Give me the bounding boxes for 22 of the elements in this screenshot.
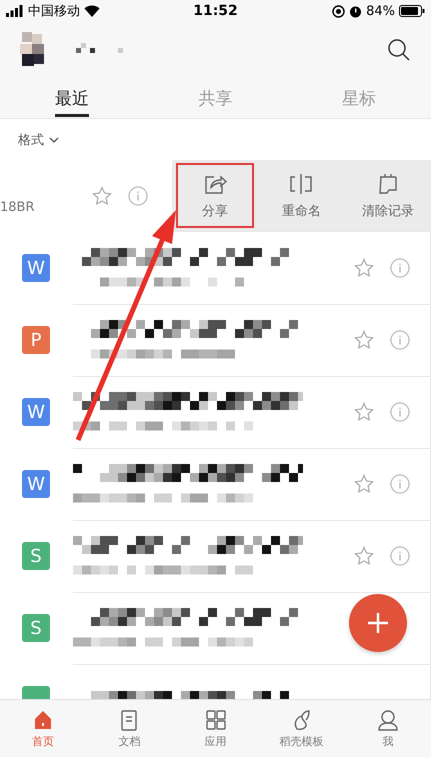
action-button[interactable]: 清除记录	[348, 163, 427, 228]
action-button[interactable]: 分享	[176, 163, 254, 228]
file-type-icon: S	[22, 542, 50, 570]
battery-percent: 84%	[366, 4, 396, 18]
file-type-icon: W	[22, 398, 50, 426]
file-name: 18BR	[0, 198, 36, 214]
nav-tab[interactable]: 稻壳模板	[258, 700, 345, 757]
file-type-icon: W	[22, 470, 50, 498]
nav-tab[interactable]: 首页	[0, 700, 86, 757]
tab[interactable]: 星标	[287, 78, 431, 118]
carrier-name: 中国移动	[28, 3, 80, 20]
tab[interactable]: 最近	[0, 78, 144, 118]
nav-tab[interactable]: 文档	[86, 700, 172, 757]
status-time: 11:52	[193, 3, 238, 19]
nav-tab[interactable]: 我	[344, 700, 431, 757]
nav-tab[interactable]: 应用	[172, 700, 259, 757]
file-type-icon: W	[22, 254, 50, 282]
file-type-icon: S	[22, 614, 50, 642]
file-type-icon: P	[22, 326, 50, 354]
tab[interactable]: 共享	[144, 78, 288, 118]
action-button[interactable]: 重命名	[262, 163, 341, 228]
format-filter[interactable]: 格式	[18, 130, 59, 148]
